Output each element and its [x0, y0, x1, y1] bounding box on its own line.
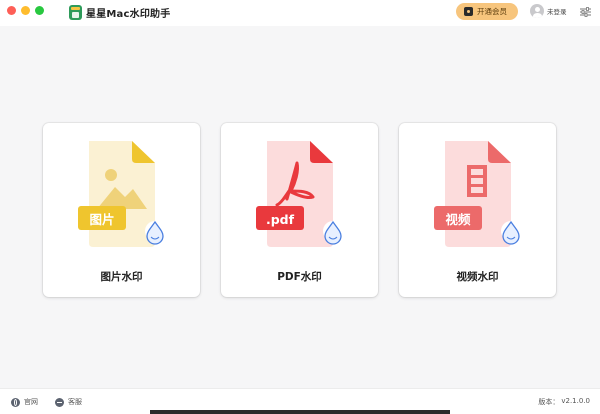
image-badge-label: 图片 [89, 212, 115, 227]
video-badge-label: 视频 [445, 212, 471, 227]
window-controls [7, 6, 44, 15]
app-window: 星星Mac水印助手 开通会员 未登录 图片 图片水印 .pdf PDF水印 视频… [0, 0, 600, 414]
video-file-icon [434, 141, 521, 247]
chat-bubble-icon [55, 397, 64, 407]
vip-button[interactable]: 开通会员 [456, 3, 518, 20]
pdf-watermark-label: PDF水印 [277, 271, 322, 283]
app-title: 星星Mac水印助手 [86, 9, 171, 20]
settings-sliders-icon[interactable] [580, 7, 591, 17]
support-label: 客服 [68, 398, 82, 406]
image-watermark-label: 图片水印 [100, 271, 143, 283]
video-watermark-card[interactable]: 视频 视频水印 [399, 123, 556, 297]
version-info: 版本： v2.1.0.0 [538, 397, 590, 407]
website-link[interactable]: 官网 [11, 397, 38, 407]
pdf-file-icon [256, 141, 343, 247]
vip-crown-icon [464, 7, 473, 16]
video-watermark-label: 视频水印 [456, 271, 499, 283]
close-window-button[interactable] [7, 6, 16, 15]
image-file-icon [78, 141, 165, 247]
pdf-badge-label: .pdf [265, 212, 295, 227]
version-value: v2.1.0.0 [561, 397, 590, 405]
title-bar: 星星Mac水印助手 开通会员 未登录 [0, 0, 600, 26]
version-prefix: 版本： [538, 398, 560, 406]
avatar [530, 4, 544, 18]
app-logo-icon [69, 5, 82, 20]
image-watermark-card[interactable]: 图片 图片水印 [43, 123, 200, 297]
globe-icon [11, 397, 20, 407]
watermark-type-cards: 图片 图片水印 .pdf PDF水印 视频 视频水印 [43, 123, 557, 299]
bottom-edge-strip [150, 410, 450, 414]
login-button[interactable]: 未登录 [530, 4, 567, 18]
website-label: 官网 [24, 398, 38, 406]
login-status-label: 未登录 [547, 8, 567, 16]
minimize-window-button[interactable] [21, 6, 30, 15]
zoom-window-button[interactable] [35, 6, 44, 15]
vip-button-label: 开通会员 [477, 7, 507, 16]
support-link[interactable]: 客服 [55, 397, 82, 407]
pdf-watermark-card[interactable]: .pdf PDF水印 [221, 123, 378, 297]
